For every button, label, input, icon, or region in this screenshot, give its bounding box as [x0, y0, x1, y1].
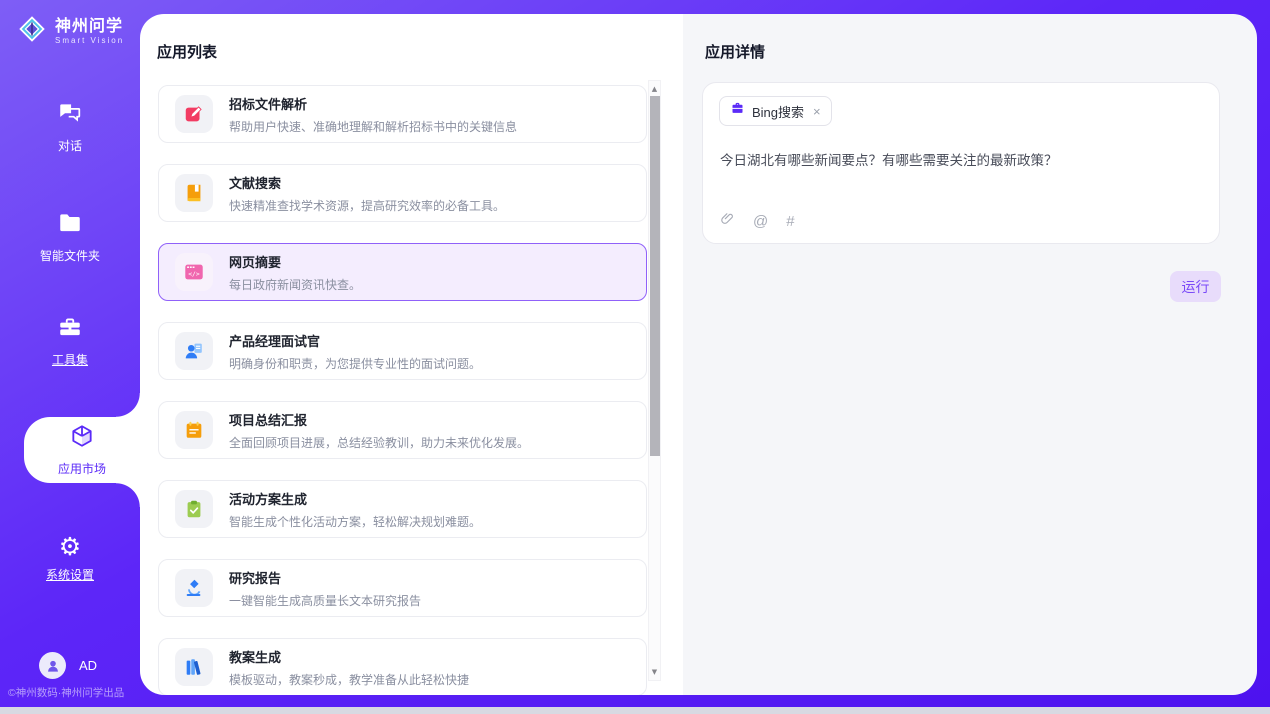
- browser-code-icon: </>: [175, 253, 213, 291]
- app-card-title: 产品经理面试官: [229, 331, 481, 350]
- app-detail-title: 应用详情: [705, 41, 765, 62]
- sidebar-item-chat[interactable]: 对话: [0, 94, 140, 160]
- app-card-desc: 模板驱动，教案秒成，教学准备从此轻松快捷: [229, 671, 469, 688]
- brand-subtitle: Smart Vision: [55, 36, 124, 45]
- mention-icon[interactable]: @: [753, 213, 768, 230]
- sidebar-item-settings[interactable]: ⚙ 系统设置: [0, 525, 140, 591]
- brand-logo: 神州问学 Smart Vision: [17, 14, 124, 49]
- sidebar-item-app-market[interactable]: 应用市场: [24, 417, 140, 483]
- scrollbar-thumb[interactable]: [650, 96, 660, 456]
- app-card-title: 招标文件解析: [229, 94, 517, 113]
- list-scrollbar[interactable]: ▲ ▼: [648, 80, 661, 681]
- cube-icon: [69, 423, 95, 454]
- chat-bubble-icon: [57, 100, 83, 131]
- app-list-panel: 应用列表 招标文件解析 帮助用户快速、准确地理解和解析招标书中的关键信息: [140, 14, 683, 695]
- app-card-research-report[interactable]: 研究报告 一键智能生成高质量长文本研究报告: [158, 559, 647, 617]
- app-card-web-summary[interactable]: </> 网页摘要 每日政府新闻资讯快查。: [158, 243, 647, 301]
- tool-tag-bing-search[interactable]: Bing搜索 ×: [719, 96, 832, 126]
- sidebar-item-label: 应用市场: [58, 460, 106, 477]
- prompt-input[interactable]: 今日湖北有哪些新闻要点？有哪些需要关注的最新政策？: [720, 152, 1203, 171]
- prompt-card: Bing搜索 × 今日湖北有哪些新闻要点？有哪些需要关注的最新政策？ @ #: [702, 82, 1220, 244]
- book-icon: [175, 174, 213, 212]
- interviewer-icon: [175, 332, 213, 370]
- app-cards: 招标文件解析 帮助用户快速、准确地理解和解析招标书中的关键信息 文献搜索: [158, 85, 647, 695]
- svg-text:</>: </>: [188, 270, 200, 278]
- app-card-pm-interviewer[interactable]: 产品经理面试官 明确身份和职责，为您提供专业性的面试问题。: [158, 322, 647, 380]
- prompt-toolbar: @ #: [720, 211, 795, 232]
- sidebar-item-label: 智能文件夹: [40, 247, 100, 264]
- app-card-title: 网页摘要: [229, 252, 361, 271]
- paperclip-icon[interactable]: [720, 211, 735, 232]
- books-icon: [175, 648, 213, 686]
- sidebar-item-label: 系统设置: [46, 566, 94, 583]
- app-card-title: 项目总结汇报: [229, 410, 529, 429]
- folder-icon: [57, 210, 83, 241]
- close-icon[interactable]: ×: [813, 104, 821, 119]
- sidebar: 神州问学 Smart Vision 对话 智能文件夹: [0, 0, 140, 707]
- app-card-title: 研究报告: [229, 568, 421, 587]
- app-card-desc: 智能生成个性化活动方案，轻松解决规划难题。: [229, 513, 481, 530]
- app-card-activity-plan[interactable]: 活动方案生成 智能生成个性化活动方案，轻松解决规划难题。: [158, 480, 647, 538]
- toolbox-icon: [57, 314, 83, 345]
- app-card-literature-search[interactable]: 文献搜索 快速精准查找学术资源，提高研究效率的必备工具。: [158, 164, 647, 222]
- app-card-lesson-plan[interactable]: 教案生成 模板驱动，教案秒成，教学准备从此轻松快捷: [158, 638, 647, 695]
- sidebar-item-smart-folder[interactable]: 智能文件夹: [0, 204, 140, 270]
- app-card-desc: 明确身份和职责，为您提供专业性的面试问题。: [229, 355, 481, 372]
- user-account[interactable]: AD: [39, 652, 97, 679]
- app-card-desc: 一键智能生成高质量长文本研究报告: [229, 592, 421, 609]
- avatar: [39, 652, 66, 679]
- brand-text: 神州问学 Smart Vision: [55, 18, 124, 45]
- app-card-project-summary[interactable]: 项目总结汇报 全面回顾项目进展，总结经验教训，助力未来优化发展。: [158, 401, 647, 459]
- app-card-title: 教案生成: [229, 647, 469, 666]
- content-area: 应用列表 招标文件解析 帮助用户快速、准确地理解和解析招标书中的关键信息: [140, 14, 1257, 695]
- app-window: 神州问学 Smart Vision 对话 智能文件夹: [0, 0, 1270, 707]
- tool-tag-label: Bing搜索: [752, 102, 804, 121]
- user-name: AD: [79, 658, 97, 673]
- briefcase-icon: [730, 101, 745, 121]
- microscope-icon: [175, 569, 213, 607]
- app-detail-panel: 应用详情 Bing搜索 × 今日湖北有哪些新闻要点？有哪些需要关注的最新政策？: [683, 14, 1257, 695]
- app-card-desc: 帮助用户快速、准确地理解和解析招标书中的关键信息: [229, 118, 517, 135]
- app-card-desc: 快速精准查找学术资源，提高研究效率的必备工具。: [229, 197, 505, 214]
- sidebar-item-label: 对话: [58, 137, 82, 154]
- scroll-up-icon[interactable]: ▲: [649, 85, 660, 93]
- hash-icon[interactable]: #: [786, 213, 794, 230]
- clipboard-check-icon: [175, 490, 213, 528]
- report-note-icon: [175, 411, 213, 449]
- brand-title: 神州问学: [55, 18, 124, 36]
- run-button[interactable]: 运行: [1170, 271, 1221, 302]
- gear-icon: ⚙: [59, 534, 81, 560]
- app-card-title: 活动方案生成: [229, 489, 481, 508]
- sidebar-item-toolkit[interactable]: 工具集: [0, 308, 140, 374]
- app-list-title: 应用列表: [157, 41, 217, 62]
- app-card-title: 文献搜索: [229, 173, 505, 192]
- gem-logo-icon: [17, 14, 47, 49]
- sidebar-item-label: 工具集: [52, 351, 88, 368]
- scroll-down-icon[interactable]: ▼: [649, 668, 660, 676]
- app-card-bid-document-analysis[interactable]: 招标文件解析 帮助用户快速、准确地理解和解析招标书中的关键信息: [158, 85, 647, 143]
- bid-document-icon: [175, 95, 213, 133]
- app-card-desc: 全面回顾项目进展，总结经验教训，助力未来优化发展。: [229, 434, 529, 451]
- app-card-desc: 每日政府新闻资讯快查。: [229, 276, 361, 293]
- copyright-footer: ©神州数码·神州问学出品: [8, 685, 140, 700]
